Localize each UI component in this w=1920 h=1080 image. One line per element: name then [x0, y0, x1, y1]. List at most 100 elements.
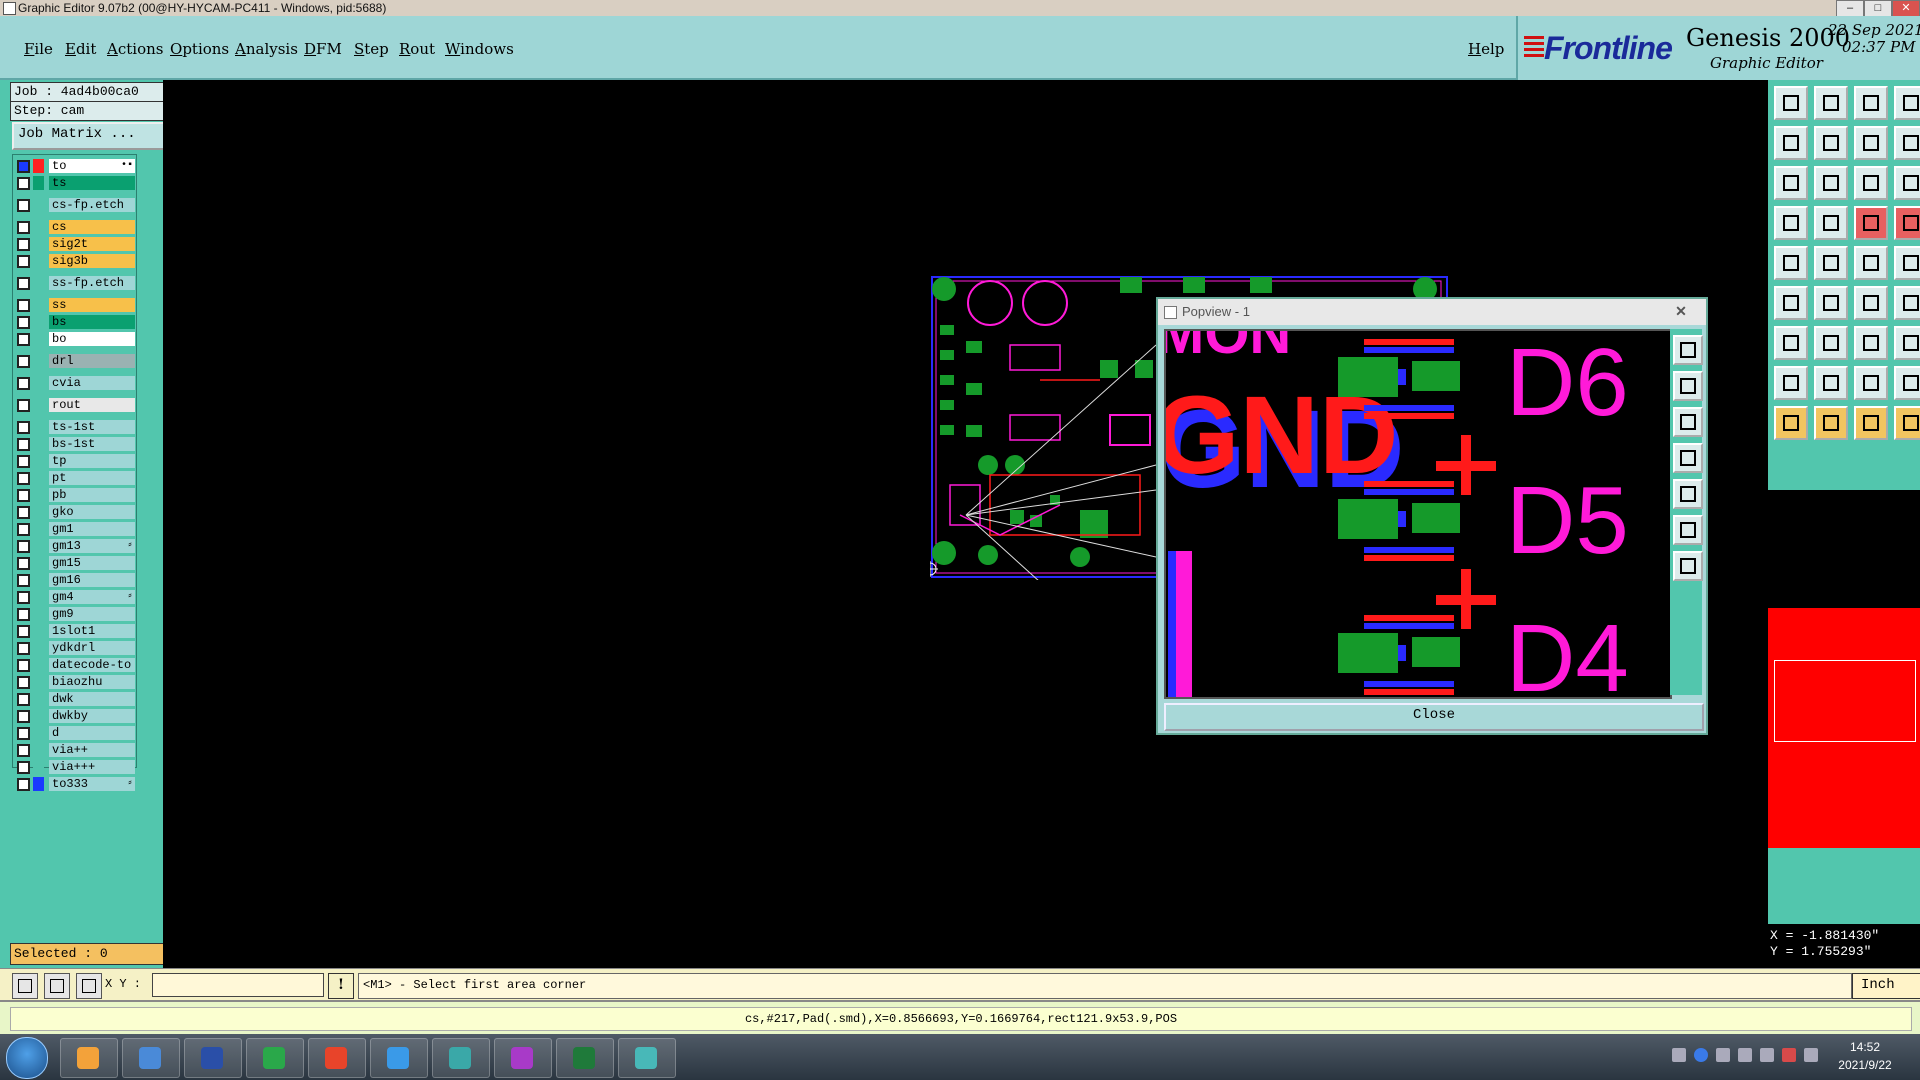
layer-row[interactable]: cvia	[15, 376, 135, 391]
layer-row[interactable]: ts-1st	[15, 420, 135, 435]
layer-row[interactable]: bs-1st	[15, 437, 135, 452]
tray-volume-icon[interactable]	[1760, 1048, 1774, 1062]
taskbar-app-bird-icon[interactable]	[370, 1038, 428, 1078]
layer-checkbox[interactable]	[17, 472, 30, 485]
layer-checkbox[interactable]	[17, 377, 30, 390]
layer-row[interactable]: sig2t	[15, 237, 135, 252]
grid-icon[interactable]	[1814, 206, 1848, 240]
pan-icon[interactable]	[1774, 166, 1808, 200]
layer-checkbox[interactable]	[17, 574, 30, 587]
angle-icon[interactable]	[1814, 246, 1848, 280]
alert-button[interactable]: !	[328, 973, 354, 999]
help-icon[interactable]	[1894, 166, 1920, 200]
layer-checkbox[interactable]	[17, 355, 30, 368]
tray-alert-icon[interactable]	[1782, 1048, 1796, 1062]
layer-row[interactable]: gm4 ⸗	[15, 590, 135, 605]
scale-1to2-icon[interactable]	[1854, 166, 1888, 200]
tray-network-icon[interactable]	[1716, 1048, 1730, 1062]
popview-zoom-out-icon[interactable]	[1673, 407, 1703, 437]
layer-checkbox[interactable]	[17, 333, 30, 346]
layer-checkbox[interactable]	[17, 277, 30, 290]
layer-row[interactable]: datecode-to	[15, 658, 135, 673]
slope-icon[interactable]	[1774, 326, 1808, 360]
layer-checkbox[interactable]	[17, 523, 30, 536]
layer-checkbox[interactable]	[17, 761, 30, 774]
layer-row[interactable]: drl	[15, 354, 135, 369]
component-icon[interactable]	[1854, 366, 1888, 400]
popview-zoom-view[interactable]: MON GND GND D6 D5 D4	[1164, 329, 1672, 699]
layer-row[interactable]: ss	[15, 298, 135, 313]
tray-arrow-icon[interactable]	[1738, 1048, 1752, 1062]
layer-checkbox[interactable]	[17, 199, 30, 212]
layer-checkbox[interactable]	[17, 299, 30, 312]
taskbar-app-notepad-icon[interactable]	[122, 1038, 180, 1078]
measure-icon[interactable]	[1774, 206, 1808, 240]
line-icon[interactable]	[1854, 246, 1888, 280]
taskbar-app-x-icon[interactable]	[494, 1038, 552, 1078]
layer-checkbox[interactable]	[17, 642, 30, 655]
menu-windows[interactable]: Windows	[445, 40, 514, 58]
layer-row[interactable]: gm15	[15, 556, 135, 571]
trace-icon[interactable]	[1814, 326, 1848, 360]
taskbar-app-p-icon[interactable]	[246, 1038, 304, 1078]
layer-row[interactable]: to •▪	[15, 159, 135, 174]
menu-actions[interactable]: Actions	[107, 40, 163, 58]
layer-checkbox[interactable]	[17, 506, 30, 519]
zoom-fit-icon[interactable]	[1894, 126, 1920, 160]
layer-checkbox[interactable]	[17, 255, 30, 268]
layer-row[interactable]: biaozhu	[15, 675, 135, 690]
menu-step[interactable]: Step	[354, 40, 389, 58]
popview-zoom-area-icon[interactable]	[1673, 515, 1703, 545]
save-icon[interactable]	[1814, 86, 1848, 120]
menu-analysis[interactable]: Analysis	[235, 40, 298, 58]
popview-title-bar[interactable]: Popview - 1 ✕	[1158, 299, 1706, 325]
select-icon[interactable]	[1774, 246, 1808, 280]
open-job-icon[interactable]	[1774, 86, 1808, 120]
layer-row[interactable]: dwk	[15, 692, 135, 707]
menu-file[interactable]: File	[24, 40, 53, 58]
popview-fit-icon[interactable]	[1673, 479, 1703, 509]
layer-checkbox[interactable]	[17, 591, 30, 604]
home-icon[interactable]	[1854, 86, 1888, 120]
menu-help[interactable]: Help	[1468, 40, 1504, 58]
layer-checkbox[interactable]	[17, 455, 30, 468]
dash-icon[interactable]	[1814, 366, 1848, 400]
text-icon[interactable]	[1894, 326, 1920, 360]
layer-checkbox[interactable]	[17, 557, 30, 570]
layer-checkbox[interactable]	[17, 238, 30, 251]
taskbar-app-genesis-icon[interactable]	[618, 1038, 676, 1078]
layer-row[interactable]: gm13 ⸗	[15, 539, 135, 554]
pad-icon[interactable]	[1774, 366, 1808, 400]
layer-checkbox[interactable]	[17, 727, 30, 740]
layer-row[interactable]: pb	[15, 488, 135, 503]
layer-row[interactable]: cs-fp.etch	[15, 198, 135, 213]
popview-pan-icon[interactable]	[1673, 443, 1703, 473]
zoom-out-icon[interactable]	[1814, 126, 1848, 160]
snap-mode-icon[interactable]	[12, 973, 38, 999]
layer-row[interactable]: pt	[15, 471, 135, 486]
layer-row[interactable]: 1slot1	[15, 624, 135, 639]
taskbar-app-shell-icon[interactable]	[60, 1038, 118, 1078]
layer-checkbox[interactable]	[17, 676, 30, 689]
layer-checkbox[interactable]	[17, 659, 30, 672]
taskbar-app-eye-icon[interactable]	[432, 1038, 490, 1078]
layer-checkbox[interactable]	[17, 489, 30, 502]
pointer-alt-icon[interactable]	[1894, 406, 1920, 440]
menu-options[interactable]: Options	[170, 40, 229, 58]
start-button[interactable]	[6, 1037, 48, 1079]
layer-row[interactable]: bs	[15, 315, 135, 330]
layer-checkbox[interactable]	[17, 693, 30, 706]
layer-checkbox[interactable]	[17, 421, 30, 434]
layer-row[interactable]: via+++	[15, 760, 135, 775]
layer-checkbox[interactable]	[17, 608, 30, 621]
layer-row[interactable]: sig3b	[15, 254, 135, 269]
job-matrix-button[interactable]: Job Matrix ...	[12, 122, 168, 150]
layer-row[interactable]: ydkdrl	[15, 641, 135, 656]
maximize-button[interactable]: □	[1864, 0, 1892, 17]
rotate-icon[interactable]	[1854, 326, 1888, 360]
layer-row[interactable]: bo	[15, 332, 135, 347]
layer-row[interactable]: gm16	[15, 573, 135, 588]
layer-row[interactable]: ts	[15, 176, 135, 191]
layer-checkbox[interactable]	[17, 399, 30, 412]
popview-zoom-home-icon[interactable]	[1673, 335, 1703, 365]
